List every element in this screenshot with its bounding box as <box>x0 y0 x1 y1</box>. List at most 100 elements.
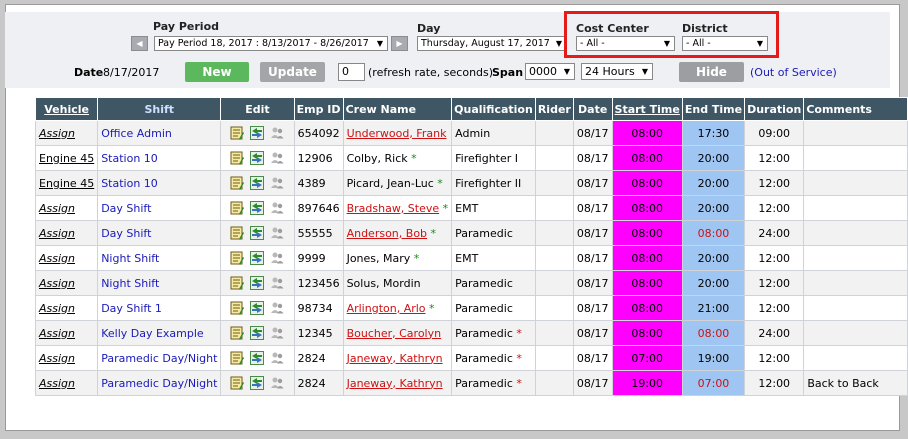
vehicle-link[interactable]: Assign <box>39 202 75 215</box>
crew-name-link[interactable]: Jones, Mary <box>347 252 411 265</box>
swap-icon[interactable] <box>250 326 265 340</box>
swap-icon[interactable] <box>250 251 265 265</box>
col-crew-name: Crew Name <box>342 97 453 121</box>
people-icon[interactable] <box>270 301 284 315</box>
people-icon[interactable] <box>270 176 284 190</box>
chevron-down-icon: ▼ <box>555 39 562 48</box>
people-icon[interactable] <box>270 251 284 265</box>
swap-icon[interactable] <box>250 376 265 390</box>
people-icon[interactable] <box>270 226 284 240</box>
start-time-cell: 08:00 <box>611 245 683 271</box>
qualification-cell: Admin <box>451 120 536 146</box>
crew-name-link[interactable]: Anderson, Bob <box>347 227 427 240</box>
crew-name-link[interactable]: Janeway, Kathryn <box>347 352 443 365</box>
duration-cell: 12:00 <box>744 145 805 171</box>
vehicle-link[interactable]: Assign <box>39 302 75 315</box>
crew-name-link[interactable]: Solus, Mordin <box>347 277 421 290</box>
col-vehicle[interactable]: Vehicle <box>34 97 99 121</box>
crew-name-link[interactable]: Colby, Rick <box>347 152 408 165</box>
qualification-star: * <box>516 376 522 390</box>
shift-cell: Paramedic Day/Night <box>97 345 222 371</box>
edit-note-icon[interactable] <box>230 276 245 290</box>
swap-icon[interactable] <box>250 301 265 315</box>
edit-note-icon[interactable] <box>230 176 245 190</box>
refresh-rate-input[interactable]: 0 <box>338 63 365 81</box>
vehicle-link[interactable]: Engine 45 <box>39 152 94 165</box>
people-icon[interactable] <box>270 351 284 365</box>
span-hours-select[interactable]: 24 Hours ▼ <box>581 63 653 80</box>
edit-note-icon[interactable] <box>230 301 245 315</box>
edit-note-icon[interactable] <box>230 201 245 215</box>
crew-star: * <box>442 201 449 215</box>
span-label: Span <box>492 66 524 79</box>
date-label: Date <box>74 66 104 79</box>
people-icon[interactable] <box>270 326 284 340</box>
vehicle-link[interactable]: Assign <box>39 377 75 390</box>
swap-icon[interactable] <box>250 126 265 140</box>
out-of-service-link[interactable]: (Out of Service) <box>750 66 837 79</box>
vehicle-link[interactable]: Assign <box>39 327 75 340</box>
crew-cell: Jones, Mary * <box>342 245 453 271</box>
shift-cell: Kelly Day Example <box>97 320 222 346</box>
rider-cell <box>534 245 574 271</box>
swap-icon[interactable] <box>250 151 265 165</box>
span-time-select[interactable]: 0000 ▼ <box>525 63 575 80</box>
pay-period-select[interactable]: Pay Period 18, 2017 : 8/13/2017 - 8/26/2… <box>154 36 388 51</box>
new-button[interactable]: New <box>185 62 249 82</box>
people-icon[interactable] <box>270 151 284 165</box>
people-icon[interactable] <box>270 276 284 290</box>
vehicle-link[interactable]: Assign <box>39 127 75 140</box>
next-period-button[interactable]: ▶ <box>391 36 408 51</box>
duration-cell: 12:00 <box>744 345 805 371</box>
crew-cell: Anderson, Bob * <box>342 220 453 246</box>
edit-cell <box>220 295 295 321</box>
emp-id-cell: 12345 <box>293 320 344 346</box>
edit-note-icon[interactable] <box>230 376 245 390</box>
crew-cell: Bradshaw, Steve * <box>342 195 453 221</box>
swap-icon[interactable] <box>250 176 265 190</box>
crew-name-link[interactable]: Janeway, Kathryn <box>347 377 443 390</box>
vehicle-link[interactable]: Assign <box>39 277 75 290</box>
date-cell: 08/17 <box>572 270 613 296</box>
qualification-cell: Paramedic <box>451 270 536 296</box>
prev-period-button[interactable]: ◀ <box>131 36 148 51</box>
crew-name-link[interactable]: Boucher, Carolyn <box>347 327 442 340</box>
duration-cell: 12:00 <box>744 170 805 196</box>
crew-name-link[interactable]: Picard, Jean-Luc <box>347 177 434 190</box>
crew-cell: Solus, Mordin <box>342 270 453 296</box>
col-start-time[interactable]: Start Time <box>611 97 683 121</box>
vehicle-link[interactable]: Engine 45 <box>39 177 94 190</box>
crew-name-link[interactable]: Bradshaw, Steve <box>347 202 440 215</box>
duration-cell: 24:00 <box>744 220 805 246</box>
hide-button[interactable]: Hide <box>679 62 744 82</box>
vehicle-link[interactable]: Assign <box>39 252 75 265</box>
shift-cell: Night Shift <box>97 245 222 271</box>
edit-note-icon[interactable] <box>230 251 245 265</box>
update-button[interactable]: Update <box>260 62 325 82</box>
qualification-cell: Paramedic * <box>451 370 536 396</box>
shift-cell: Day Shift <box>97 220 222 246</box>
start-time-cell: 08:00 <box>611 270 683 296</box>
swap-icon[interactable] <box>250 351 265 365</box>
day-select[interactable]: Thursday, August 17, 2017 ▼ <box>417 36 567 51</box>
edit-note-icon[interactable] <box>230 351 245 365</box>
qualification-cell: Firefighter II <box>451 170 536 196</box>
start-time-cell: 08:00 <box>611 195 683 221</box>
comments-cell: Back to Back <box>803 370 908 396</box>
people-icon[interactable] <box>270 376 284 390</box>
crew-name-link[interactable]: Underwood, Frank <box>347 127 447 140</box>
swap-icon[interactable] <box>250 201 265 215</box>
left-arrow-icon: ◀ <box>136 39 143 48</box>
vehicle-link[interactable]: Assign <box>39 227 75 240</box>
vehicle-link[interactable]: Assign <box>39 352 75 365</box>
swap-icon[interactable] <box>250 276 265 290</box>
people-icon[interactable] <box>270 126 284 140</box>
crew-name-link[interactable]: Arlington, Arlo <box>347 302 426 315</box>
swap-icon[interactable] <box>250 226 265 240</box>
edit-note-icon[interactable] <box>230 226 245 240</box>
crew-star: * <box>437 176 443 190</box>
edit-note-icon[interactable] <box>230 126 245 140</box>
edit-note-icon[interactable] <box>230 326 245 340</box>
people-icon[interactable] <box>270 201 284 215</box>
edit-note-icon[interactable] <box>230 151 245 165</box>
